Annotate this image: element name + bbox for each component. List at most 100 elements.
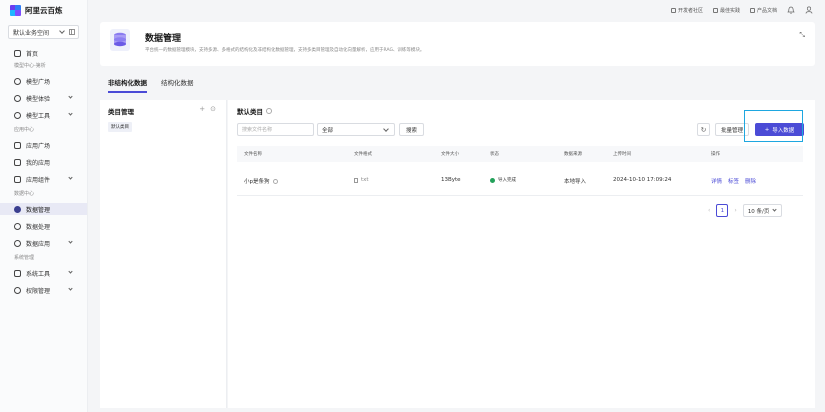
model-tools-icon: [14, 111, 21, 119]
collapse-icon[interactable]: ⤡: [799, 31, 805, 40]
table-header: 文件名称 文件格式 文件大小 状态 数据来源 上传时间 操作: [237, 146, 803, 162]
bell-icon[interactable]: [787, 6, 795, 14]
status-badge: 导入完成: [498, 178, 516, 183]
brand-name: 阿里云百炼: [25, 5, 63, 15]
chevron-down-icon: [68, 94, 73, 99]
tab-unstructured[interactable]: 非结构化数据: [108, 77, 147, 93]
topbar-link-community[interactable]: 开发者社区: [670, 7, 703, 14]
info-icon[interactable]: [272, 178, 278, 184]
sidebar-item-label: 数据管理: [26, 206, 51, 214]
sidebar-item-app-square[interactable]: 应用广场: [0, 139, 87, 151]
sidebar-item-label: 模型工具: [26, 112, 51, 120]
page-size-select[interactable]: 10 条/页: [742, 204, 782, 217]
sidebar-item-data-processing[interactable]: 数据处理: [0, 220, 87, 232]
main-title: 默认类目: [237, 106, 272, 116]
shield-icon: [14, 286, 21, 294]
chevron-down-icon: [68, 175, 73, 180]
refresh-button[interactable]: ↻: [697, 123, 710, 136]
page-title: 数据管理: [145, 34, 182, 44]
add-category-icon[interactable]: +: [199, 105, 205, 113]
workspace-name: 默认业务空间: [13, 29, 50, 37]
topbar-link-label: 开发者社区: [677, 7, 703, 14]
next-page-icon[interactable]: ›: [734, 207, 736, 214]
settings-icon[interactable]: ⊙: [210, 105, 216, 113]
actions-cell: 详情 标签 删除: [711, 177, 756, 185]
help-icon[interactable]: [266, 108, 272, 114]
community-icon: [670, 7, 676, 13]
category-title: 类目管理: [108, 108, 134, 116]
user-icon[interactable]: [805, 6, 813, 14]
workspace-select[interactable]: 默认业务空间: [8, 25, 79, 39]
category-panel: 类目管理 + ⊙ 默认类目: [100, 100, 227, 408]
system-tools-icon: [14, 269, 21, 277]
sidebar: 阿里云百炼 默认业务空间 首页 模型中心-第析 模型广场 模型体验 模型工具 应…: [0, 0, 88, 412]
model-square-icon: [14, 77, 21, 85]
logo-icon: [10, 4, 21, 16]
sidebar-item-permissions[interactable]: 权限管理: [0, 284, 87, 296]
sidebar-item-data-management[interactable]: 数据管理: [0, 203, 87, 215]
column-header: 文件名称: [244, 152, 262, 157]
search-button[interactable]: 搜索: [399, 123, 424, 136]
column-header: 数据来源: [564, 152, 582, 157]
sidebar-item-model-square[interactable]: 模型广场: [0, 75, 87, 87]
data-source-cell: 本地导入: [564, 179, 587, 185]
file-size-cell: 13Byte: [441, 177, 461, 183]
category-item-default[interactable]: 默认类目: [108, 122, 132, 132]
detail-link[interactable]: 详情: [711, 177, 722, 185]
refresh-icon: ↻: [700, 125, 707, 134]
topbar-link-best-practices[interactable]: 最佳实践: [712, 7, 740, 14]
column-header: 文件大小: [441, 152, 459, 157]
sidebar-item-my-apps[interactable]: 我的应用: [0, 156, 87, 168]
file-format-cell: txt: [354, 177, 369, 183]
tab-structured[interactable]: 结构化数据: [161, 77, 194, 93]
file-icon: [354, 177, 358, 183]
docs-icon: [749, 7, 755, 13]
sidebar-item-label: 数据应用: [26, 240, 51, 248]
table-row[interactable]: 小p是条狗 txt 13Byte 导入完成 本地导入 2024-10-10 17…: [237, 162, 803, 196]
column-header: 上传时间: [613, 152, 631, 157]
page-description: 平台统一的数据管理模块，支持多源、多格式的结构化及非结构化数据管理，支持多类目管…: [145, 48, 425, 53]
sidebar-item-label: 我的应用: [26, 159, 51, 167]
status-filter-select[interactable]: 全部: [317, 123, 395, 136]
sidebar-item-system-tools[interactable]: 系统工具: [0, 267, 87, 279]
sidebar-item-label: 数据处理: [26, 223, 51, 231]
sidebar-item-data-apps[interactable]: 数据应用: [0, 237, 87, 249]
delete-link[interactable]: 删除: [745, 177, 756, 185]
data-processing-icon: [14, 222, 21, 230]
topbar-link-label: 最佳实践: [719, 7, 740, 14]
category-actions: + ⊙: [199, 105, 216, 113]
data-main-panel: 默认类目 搜索文件名称 全部 搜索 ↻ 批量管理 + 导入数据 文件名称 文件格…: [228, 100, 815, 408]
page-size-value: 10 条/页: [747, 208, 770, 215]
category-name: 默认类目: [237, 108, 263, 116]
app-components-icon: [14, 175, 21, 183]
chevron-down-icon: [68, 239, 73, 244]
column-header: 状态: [490, 152, 499, 157]
topbar-link-docs[interactable]: 产品文档: [749, 7, 777, 14]
prev-page-icon[interactable]: ‹: [708, 207, 710, 214]
page-header-card: 数据管理 平台统一的数据管理模块，支持多源、多格式的结构化及非结构化数据管理，支…: [100, 22, 815, 66]
file-format: txt: [361, 177, 369, 183]
search-input[interactable]: 搜索文件名称: [237, 123, 314, 136]
topbar-link-label: 产品文档: [756, 7, 777, 14]
data-type-tabs: 非结构化数据 结构化数据: [108, 77, 194, 93]
column-header: 文件格式: [354, 152, 372, 157]
brand-logo[interactable]: 阿里云百炼: [0, 0, 87, 20]
sidebar-item-model-experience[interactable]: 模型体验: [0, 92, 87, 104]
sidebar-item-model-tools[interactable]: 模型工具: [0, 109, 87, 121]
file-name: 小p是条狗: [244, 179, 270, 185]
pagination: ‹ 1 › 10 条/页: [708, 204, 782, 217]
sidebar-item-app-components[interactable]: 应用组件: [0, 173, 87, 185]
sidebar-item-label: 首页: [26, 50, 39, 58]
sidebar-item-label: 系统工具: [26, 270, 51, 278]
status-cell: 导入完成: [490, 177, 516, 183]
chevron-down-icon: [383, 126, 389, 132]
topbar: 开发者社区 最佳实践 产品文档: [88, 0, 825, 20]
best-practices-icon: [712, 7, 718, 13]
data-apps-icon: [14, 239, 21, 247]
panel-toggle-icon[interactable]: [69, 29, 75, 35]
tag-link[interactable]: 标签: [728, 177, 739, 185]
chevron-down-icon: [68, 286, 73, 291]
page-number[interactable]: 1: [716, 204, 729, 217]
file-name-cell: 小p是条狗: [244, 177, 278, 185]
sidebar-item-home[interactable]: 首页: [0, 47, 87, 59]
